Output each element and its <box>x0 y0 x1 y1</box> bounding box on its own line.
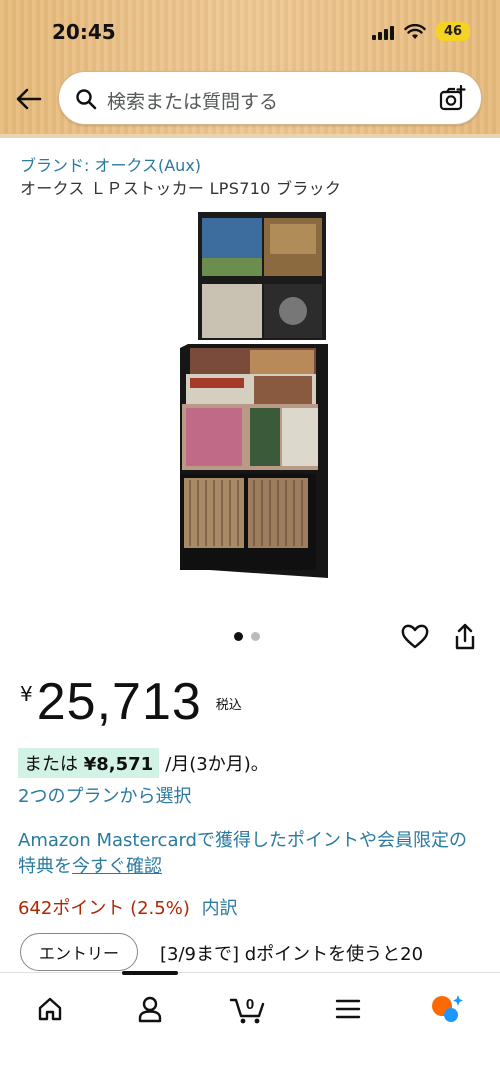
camera-search-icon[interactable] <box>437 84 467 114</box>
currency-symbol: ¥ <box>20 682 33 706</box>
rufus-ai-icon <box>432 995 463 1022</box>
search-input[interactable]: 検索または質問する <box>58 71 482 125</box>
dpoint-promo[interactable]: [3/9まで] dポイントを使うと20 <box>160 940 423 966</box>
nav-home[interactable] <box>28 991 72 1027</box>
app-header: 20:45 46 検索または質問する <box>0 0 500 138</box>
status-icons: 46 <box>372 22 470 41</box>
mastercard-promo[interactable]: Amazon Mastercardで獲得したポイントや会員限定の特典を今すぐ確認 <box>18 828 478 880</box>
nav-rufus[interactable] <box>424 991 468 1027</box>
plans-link[interactable]: 2つのプランから選択 <box>18 782 191 808</box>
mastercard-link[interactable]: 今すぐ確認 <box>72 856 162 877</box>
battery-indicator: 46 <box>436 22 470 41</box>
home-icon <box>38 997 62 1021</box>
installment-suffix: /月(3か月)。 <box>165 754 269 775</box>
product-image[interactable] <box>160 208 340 588</box>
installment-amount: ¥8,571 <box>83 754 154 775</box>
entry-button[interactable]: エントリー <box>20 933 138 971</box>
share-icon[interactable] <box>452 622 478 652</box>
installment-highlight: または ¥8,571 <box>18 748 160 778</box>
tax-label: 税込 <box>215 698 242 713</box>
installment-prefix: または <box>24 754 78 775</box>
menu-icon <box>335 999 361 1019</box>
pagination-dot-active[interactable] <box>234 632 243 641</box>
status-time: 20:45 <box>52 20 116 44</box>
back-arrow-icon[interactable] <box>12 84 46 114</box>
nav-cart[interactable]: 0 <box>226 991 270 1027</box>
cart-count: 0 <box>246 996 254 1013</box>
price: 25,713 <box>36 673 202 731</box>
bottom-nav: 0 <box>0 971 500 1080</box>
brand-link[interactable]: ブランド: オークス(Aux) <box>20 152 201 176</box>
cart-icon: 0 <box>229 996 265 1024</box>
nav-account[interactable] <box>128 991 172 1027</box>
nav-menu[interactable] <box>326 991 370 1027</box>
product-title: オークス ＬＰストッカー LPS710 ブラック <box>20 179 342 198</box>
points-row: 642ポイント (2.5%) 内訳 <box>18 894 238 920</box>
signal-icon <box>372 24 394 40</box>
nav-active-indicator <box>122 971 178 975</box>
pagination-dot[interactable] <box>251 632 260 641</box>
price-block: ¥ 25,713 税込 <box>20 672 242 732</box>
search-icon <box>76 89 97 110</box>
search-placeholder: 検索または質問する <box>107 91 279 113</box>
points-breakdown-link[interactable]: 内訳 <box>202 898 238 919</box>
image-pagination[interactable] <box>234 632 260 641</box>
wifi-icon <box>404 23 426 39</box>
points-value: 642ポイント (2.5%) <box>18 898 190 919</box>
heart-icon[interactable] <box>400 622 430 650</box>
installment-row: または ¥8,571 /月(3か月)。 <box>18 748 269 778</box>
account-icon <box>138 996 162 1023</box>
